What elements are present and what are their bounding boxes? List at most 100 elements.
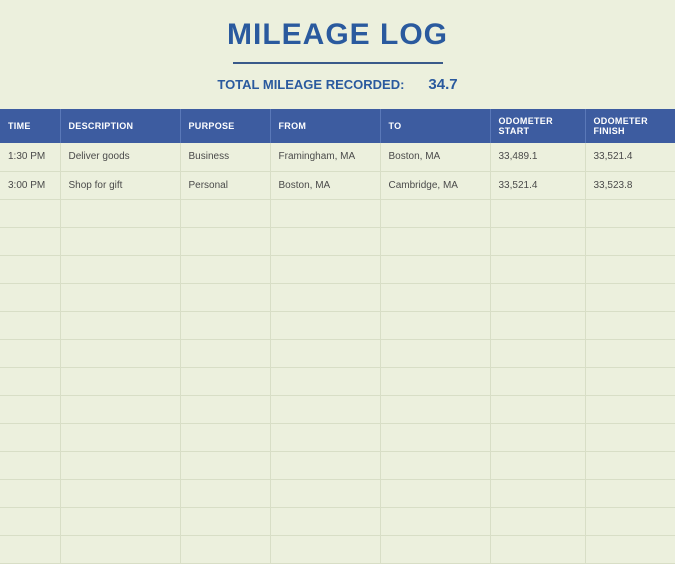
- table-row-empty: [0, 507, 675, 535]
- cell-empty: [60, 395, 180, 423]
- cell-empty: [0, 339, 60, 367]
- cell-empty: [180, 311, 270, 339]
- cell-empty: [180, 227, 270, 255]
- cell-empty: [0, 283, 60, 311]
- cell-empty: [0, 311, 60, 339]
- cell-empty: [270, 255, 380, 283]
- cell-empty: [585, 227, 675, 255]
- cell-empty: [0, 367, 60, 395]
- cell-empty: [380, 423, 490, 451]
- cell-empty: [180, 367, 270, 395]
- cell-empty: [0, 255, 60, 283]
- table-row-empty: [0, 339, 675, 367]
- table-row-empty: [0, 311, 675, 339]
- cell-empty: [180, 395, 270, 423]
- table-row-empty: [0, 367, 675, 395]
- cell-empty: [180, 283, 270, 311]
- cell-time: 1:30 PM: [0, 143, 60, 171]
- table-row-empty: [0, 255, 675, 283]
- cell-empty: [60, 479, 180, 507]
- cell-to: Boston, MA: [380, 143, 490, 171]
- cell-purpose: Business: [180, 143, 270, 171]
- cell-empty: [585, 395, 675, 423]
- cell-empty: [0, 423, 60, 451]
- cell-empty: [270, 535, 380, 563]
- cell-empty: [60, 311, 180, 339]
- cell-odo_start: 33,489.1: [490, 143, 585, 171]
- cell-odo_start: 33,521.4: [490, 171, 585, 199]
- cell-empty: [270, 451, 380, 479]
- cell-empty: [60, 283, 180, 311]
- cell-odo_finish: 33,523.8: [585, 171, 675, 199]
- cell-purpose: Personal: [180, 171, 270, 199]
- cell-to: Cambridge, MA: [380, 171, 490, 199]
- cell-empty: [180, 535, 270, 563]
- cell-empty: [490, 395, 585, 423]
- cell-odo_finish: 33,521.4: [585, 143, 675, 171]
- col-header-odometer-finish: ODOMETER FINISH: [585, 109, 675, 143]
- table-row-empty: [0, 535, 675, 563]
- cell-empty: [380, 367, 490, 395]
- cell-empty: [380, 395, 490, 423]
- cell-empty: [270, 423, 380, 451]
- cell-empty: [585, 283, 675, 311]
- cell-empty: [490, 311, 585, 339]
- cell-empty: [585, 367, 675, 395]
- cell-empty: [0, 507, 60, 535]
- col-header-to: TO: [380, 109, 490, 143]
- table-header-row: TIME DESCRIPTION PURPOSE FROM TO ODOMETE…: [0, 109, 675, 143]
- cell-empty: [490, 255, 585, 283]
- cell-empty: [490, 339, 585, 367]
- cell-empty: [490, 283, 585, 311]
- cell-empty: [380, 535, 490, 563]
- cell-empty: [270, 367, 380, 395]
- cell-empty: [490, 367, 585, 395]
- page-title: MILEAGE LOG: [0, 18, 675, 52]
- cell-empty: [60, 255, 180, 283]
- total-mileage-label: TOTAL MILEAGE RECORDED:: [217, 77, 404, 92]
- cell-empty: [180, 199, 270, 227]
- cell-time: 3:00 PM: [0, 171, 60, 199]
- cell-empty: [60, 535, 180, 563]
- cell-empty: [180, 507, 270, 535]
- col-header-description: DESCRIPTION: [60, 109, 180, 143]
- table-row: 3:00 PMShop for giftPersonalBoston, MACa…: [0, 171, 675, 199]
- table-row-empty: [0, 199, 675, 227]
- cell-empty: [60, 339, 180, 367]
- mileage-table: TIME DESCRIPTION PURPOSE FROM TO ODOMETE…: [0, 109, 675, 564]
- cell-empty: [270, 199, 380, 227]
- cell-empty: [380, 479, 490, 507]
- cell-from: Framingham, MA: [270, 143, 380, 171]
- table-body: 1:30 PMDeliver goodsBusinessFramingham, …: [0, 143, 675, 563]
- cell-empty: [490, 227, 585, 255]
- table-row-empty: [0, 227, 675, 255]
- cell-empty: [270, 395, 380, 423]
- cell-empty: [490, 199, 585, 227]
- cell-empty: [180, 479, 270, 507]
- cell-empty: [60, 507, 180, 535]
- cell-empty: [270, 479, 380, 507]
- cell-empty: [585, 535, 675, 563]
- cell-empty: [380, 227, 490, 255]
- cell-empty: [0, 479, 60, 507]
- cell-empty: [60, 451, 180, 479]
- table-row-empty: [0, 395, 675, 423]
- cell-empty: [380, 339, 490, 367]
- cell-empty: [380, 311, 490, 339]
- col-header-purpose: PURPOSE: [180, 109, 270, 143]
- cell-empty: [490, 423, 585, 451]
- title-underline: [233, 62, 443, 64]
- cell-empty: [180, 339, 270, 367]
- table-row-empty: [0, 423, 675, 451]
- total-mileage-row: TOTAL MILEAGE RECORDED: 34.7: [0, 76, 675, 93]
- cell-empty: [270, 227, 380, 255]
- cell-empty: [380, 507, 490, 535]
- cell-empty: [380, 451, 490, 479]
- cell-empty: [585, 311, 675, 339]
- cell-empty: [0, 395, 60, 423]
- cell-empty: [60, 199, 180, 227]
- cell-empty: [180, 451, 270, 479]
- cell-empty: [0, 451, 60, 479]
- cell-empty: [0, 199, 60, 227]
- cell-empty: [490, 451, 585, 479]
